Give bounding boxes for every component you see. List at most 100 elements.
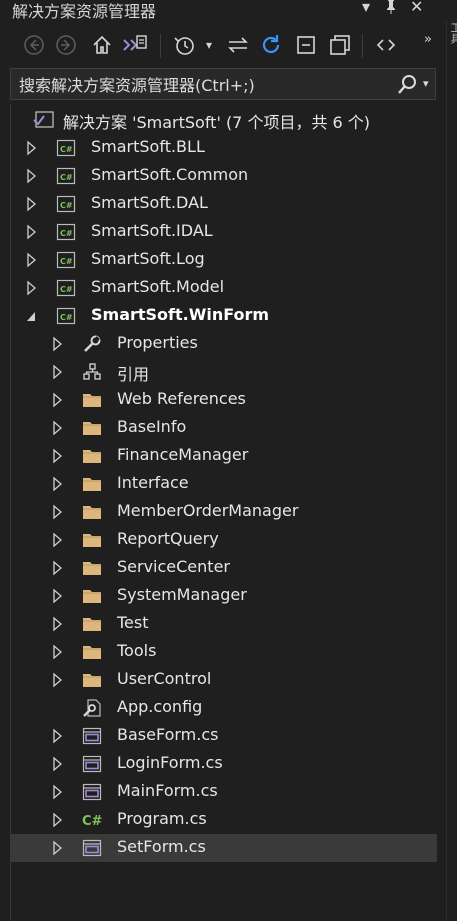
folder-icon bbox=[82, 614, 102, 634]
tree-item-label: Properties bbox=[117, 333, 198, 352]
tree-item[interactable]: ServiceCenter bbox=[11, 554, 437, 582]
tree-item[interactable]: C# SmartSoft.Model bbox=[11, 274, 437, 302]
search-icon[interactable] bbox=[395, 71, 419, 99]
collapsed-arrow-icon[interactable] bbox=[52, 554, 68, 582]
tree-item[interactable]: C# SmartSoft.Common bbox=[11, 162, 437, 190]
solution-node[interactable]: 解决方案 'SmartSoft' (7 个项目，共 6 个) bbox=[11, 106, 437, 134]
collapsed-arrow-icon[interactable] bbox=[52, 358, 68, 386]
toolbar: ▾ » bbox=[0, 28, 457, 64]
collapsed-arrow-icon[interactable] bbox=[52, 806, 68, 834]
tree-item[interactable]: C# SmartSoft.WinForm bbox=[11, 302, 437, 330]
folder-icon bbox=[82, 670, 102, 690]
switch-views-button[interactable] bbox=[120, 28, 150, 62]
tree-item-label: ServiceCenter bbox=[117, 557, 230, 576]
collapsed-arrow-icon[interactable] bbox=[26, 274, 42, 302]
tree-item[interactable]: BaseInfo bbox=[11, 414, 437, 442]
show-all-files-icon bbox=[330, 35, 350, 55]
right-collapsed-panel[interactable]: 工具 bbox=[446, 20, 457, 921]
config-file-icon bbox=[82, 698, 102, 718]
back-button[interactable] bbox=[20, 28, 48, 62]
tree-item[interactable]: C# SmartSoft.IDAL bbox=[11, 218, 437, 246]
svg-text:C#: C# bbox=[60, 173, 73, 182]
tree-item-label: Test bbox=[117, 613, 149, 632]
tree-item[interactable]: C# Program.cs bbox=[11, 806, 437, 834]
expanded-arrow-icon[interactable] bbox=[26, 302, 42, 330]
collapsed-arrow-icon[interactable] bbox=[52, 526, 68, 554]
tree-item-label: SmartSoft.WinForm bbox=[91, 305, 270, 324]
toolbox-tab-label[interactable]: 工具 bbox=[447, 22, 457, 44]
tree-item[interactable]: UserControl bbox=[11, 666, 437, 694]
tree-item-label: MemberOrderManager bbox=[117, 501, 299, 520]
tree-item-label: Web References bbox=[117, 389, 246, 408]
sync-arrows-icon bbox=[228, 37, 248, 53]
collapsed-arrow-icon[interactable] bbox=[52, 442, 68, 470]
window-position-dropdown[interactable]: ▾ bbox=[362, 0, 370, 16]
collapsed-arrow-icon[interactable] bbox=[26, 246, 42, 274]
panel-title: 解决方案资源管理器 bbox=[12, 2, 157, 21]
refresh-button[interactable] bbox=[257, 28, 285, 62]
pending-changes-dropdown[interactable]: ▾ bbox=[200, 28, 218, 62]
tree-item[interactable]: Properties bbox=[11, 330, 437, 358]
collapsed-arrow-icon[interactable] bbox=[52, 778, 68, 806]
svg-text:C#: C# bbox=[60, 145, 73, 154]
tree-item[interactable]: 引用 bbox=[11, 358, 437, 386]
collapsed-arrow-icon[interactable] bbox=[26, 134, 42, 162]
tree-item[interactable]: App.config bbox=[11, 694, 437, 722]
forward-button[interactable] bbox=[52, 28, 80, 62]
tree-item-label: MainForm.cs bbox=[117, 781, 218, 800]
svg-text:C#: C# bbox=[60, 229, 73, 238]
folder-icon bbox=[82, 418, 102, 438]
collapsed-arrow-icon[interactable] bbox=[52, 638, 68, 666]
collapse-all-icon bbox=[297, 36, 315, 54]
collapsed-arrow-icon[interactable] bbox=[52, 498, 68, 526]
references-icon bbox=[82, 362, 102, 382]
tree-item[interactable]: MainForm.cs bbox=[11, 778, 437, 806]
tree-item[interactable]: Web References bbox=[11, 386, 437, 414]
tree-item[interactable]: SetForm.cs bbox=[11, 834, 437, 862]
close-icon[interactable]: ✕ bbox=[410, 0, 423, 16]
tree-item[interactable]: MemberOrderManager bbox=[11, 498, 437, 526]
tree-item[interactable]: BaseForm.cs bbox=[11, 722, 437, 750]
tree-item[interactable]: LoginForm.cs bbox=[11, 750, 437, 778]
collapsed-arrow-icon[interactable] bbox=[52, 470, 68, 498]
tree-item[interactable]: Interface bbox=[11, 470, 437, 498]
collapsed-arrow-icon[interactable] bbox=[52, 722, 68, 750]
collapsed-arrow-icon[interactable] bbox=[52, 582, 68, 610]
tree-item-label: ReportQuery bbox=[117, 529, 219, 548]
tree-item[interactable]: SystemManager bbox=[11, 582, 437, 610]
svg-text:C#: C# bbox=[60, 201, 73, 210]
tree-item-label: SmartSoft.Log bbox=[91, 249, 205, 268]
sync-with-document-button[interactable] bbox=[224, 28, 252, 62]
collapsed-arrow-icon[interactable] bbox=[52, 610, 68, 638]
collapsed-arrow-icon[interactable] bbox=[26, 218, 42, 246]
folder-icon bbox=[82, 446, 102, 466]
search-options-dropdown[interactable]: ▾ bbox=[423, 77, 429, 90]
collapsed-arrow-icon[interactable] bbox=[52, 386, 68, 414]
tree-item[interactable]: Test bbox=[11, 610, 437, 638]
collapsed-arrow-icon[interactable] bbox=[26, 190, 42, 218]
collapse-all-button[interactable] bbox=[292, 28, 320, 62]
tree-item[interactable]: C# SmartSoft.BLL bbox=[11, 134, 437, 162]
show-all-files-button[interactable] bbox=[326, 28, 354, 62]
tree-item[interactable]: C# SmartSoft.DAL bbox=[11, 190, 437, 218]
collapsed-arrow-icon[interactable] bbox=[52, 666, 68, 694]
collapsed-arrow-icon[interactable] bbox=[52, 330, 68, 358]
tree-item[interactable]: C# SmartSoft.Log bbox=[11, 246, 437, 274]
tree-item[interactable]: Tools bbox=[11, 638, 437, 666]
search-input[interactable] bbox=[19, 73, 389, 97]
pending-changes-filter-button[interactable] bbox=[170, 28, 198, 62]
tree-item[interactable]: FinanceManager bbox=[11, 442, 437, 470]
collapsed-arrow-icon[interactable] bbox=[52, 750, 68, 778]
home-icon bbox=[93, 35, 111, 54]
folder-icon bbox=[82, 502, 102, 522]
toolbar-overflow-button[interactable]: » bbox=[418, 22, 438, 56]
csharp-project-icon: C# bbox=[56, 222, 76, 242]
home-button[interactable] bbox=[88, 28, 116, 62]
search-box[interactable]: ▾ bbox=[10, 68, 436, 100]
code-view-button[interactable] bbox=[372, 28, 400, 62]
collapsed-arrow-icon[interactable] bbox=[26, 162, 42, 190]
collapsed-arrow-icon[interactable] bbox=[52, 414, 68, 442]
tree-item[interactable]: ReportQuery bbox=[11, 526, 437, 554]
collapsed-arrow-icon[interactable] bbox=[52, 834, 68, 862]
pin-icon[interactable] bbox=[385, 0, 397, 19]
